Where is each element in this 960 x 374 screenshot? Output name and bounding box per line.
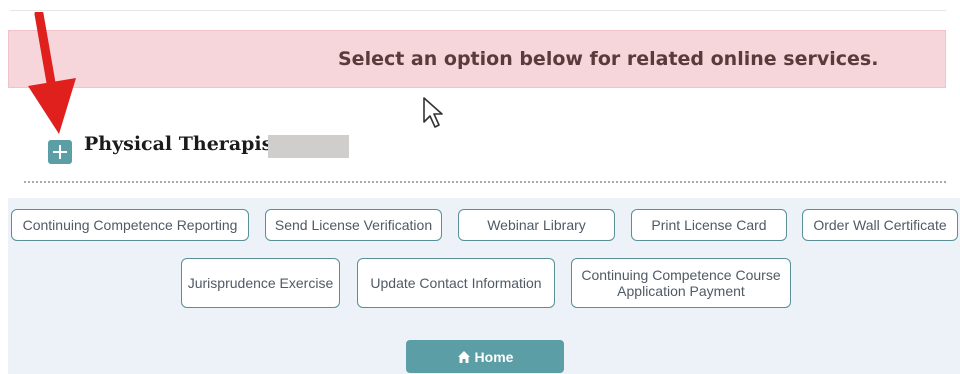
profession-title: Physical Therapist [84, 133, 282, 155]
mouse-cursor-icon [423, 97, 443, 128]
banner-message: Select an option below for related onlin… [338, 48, 879, 70]
webinar-library-button[interactable]: Webinar Library [458, 209, 615, 241]
home-button[interactable]: Home [406, 340, 564, 373]
jurisprudence-exercise-button[interactable]: Jurisprudence Exercise [181, 258, 340, 308]
print-license-card-button[interactable]: Print License Card [631, 209, 787, 241]
home-label: Home [474, 348, 514, 365]
top-divider [10, 10, 946, 11]
send-license-verification-button[interactable]: Send License Verification [265, 209, 442, 241]
continuing-competence-course-application-payment-button[interactable]: Continuing Competence Course Application… [571, 258, 791, 308]
red-arrow-annotation [28, 12, 76, 134]
section-divider [24, 181, 946, 183]
expand-plus-icon[interactable] [48, 140, 72, 164]
redacted-license-number [268, 135, 349, 158]
order-wall-certificate-button[interactable]: Order Wall Certificate [802, 209, 958, 241]
home-icon [457, 350, 470, 363]
continuing-competence-reporting-button[interactable]: Continuing Competence Reporting [11, 209, 249, 241]
update-contact-information-button[interactable]: Update Contact Information [357, 258, 555, 308]
